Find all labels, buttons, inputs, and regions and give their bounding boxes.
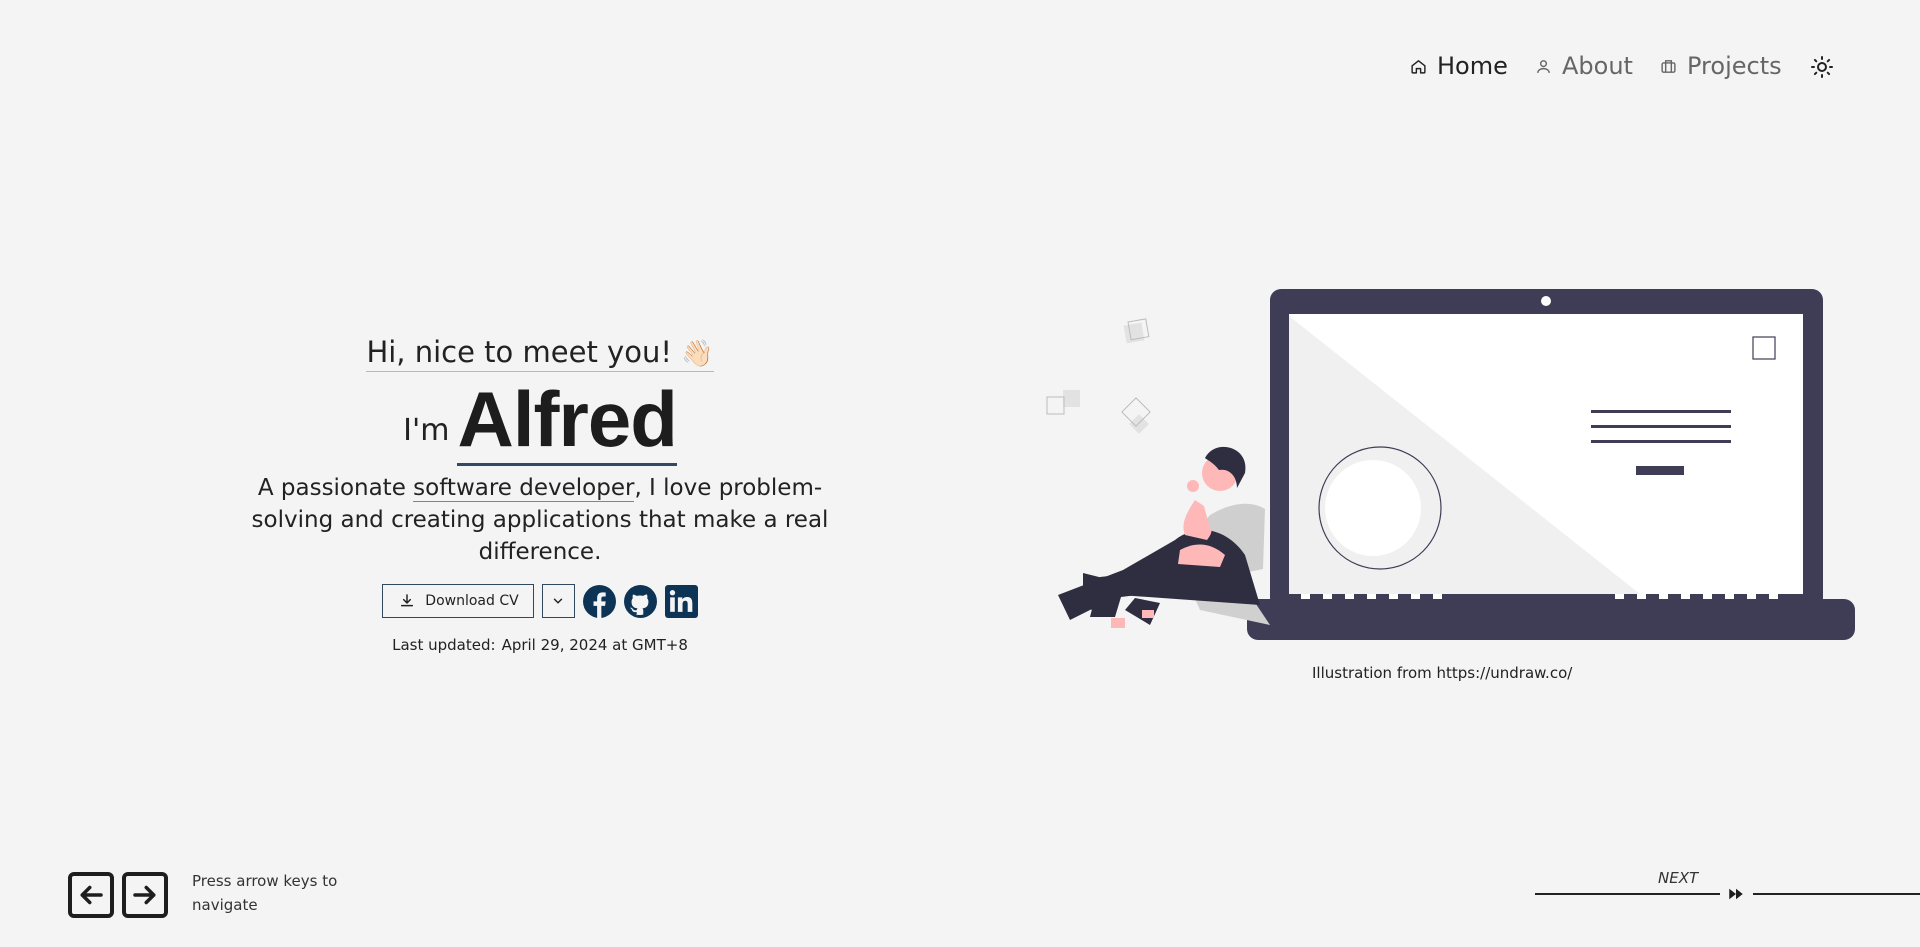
- greeting-text: Hi, nice to meet you!: [366, 335, 672, 369]
- greeting: Hi, nice to meet you! 👋🏻: [366, 335, 714, 372]
- floating-squares-decoration: [1046, 318, 1151, 434]
- facebook-icon[interactable]: [582, 584, 616, 618]
- chevron-down-icon: [553, 598, 563, 604]
- tagline: A passionate software developer, I love …: [230, 472, 850, 568]
- hero-name: Alfred: [457, 375, 678, 466]
- last-updated-value: April 29, 2024 at GMT+8: [501, 636, 688, 654]
- user-icon: [1537, 59, 1550, 73]
- last-updated: Last updated: April 29, 2024 at GMT+8: [230, 636, 850, 654]
- nav-about-label: About: [1562, 52, 1633, 80]
- tagline-highlight: software developer: [413, 475, 635, 502]
- arrow-keys: [68, 872, 168, 918]
- illustration-caption: Illustration from https://undraw.co/: [1312, 664, 1573, 682]
- nav-item-home[interactable]: Home: [1410, 52, 1508, 80]
- briefcase-icon: [1661, 59, 1676, 73]
- next-label: NEXT: [1658, 869, 1699, 887]
- download-dropdown-button[interactable]: [541, 584, 575, 618]
- nav-projects-label: Projects: [1687, 52, 1782, 80]
- nav-home-label: Home: [1437, 52, 1508, 80]
- keys-hint: Press arrow keys to navigate: [192, 872, 338, 914]
- nav-item-projects[interactable]: Projects: [1660, 52, 1782, 80]
- download-icon: [401, 594, 414, 607]
- next-page-link[interactable]: NEXT: [1535, 866, 1920, 906]
- last-updated-label: Last updated:: [392, 636, 496, 654]
- person-figure: [1058, 446, 1270, 628]
- sun-icon[interactable]: [1810, 55, 1834, 79]
- developer-laptop-illustration: [1046, 289, 1855, 640]
- fast-forward-icon: [1729, 888, 1743, 900]
- hero-actions: Download CV: [230, 584, 850, 618]
- laptop: [1247, 289, 1855, 640]
- download-cv-label: Download CV: [425, 593, 519, 609]
- nav-item-about[interactable]: About: [1535, 52, 1633, 80]
- wave-emoji-icon: 👋🏻: [681, 339, 714, 369]
- tagline-before: A passionate: [257, 475, 414, 501]
- arrow-right-key-icon[interactable]: [122, 872, 168, 918]
- arrow-left-key-icon[interactable]: [68, 872, 114, 918]
- name-line: I'm Alfred: [230, 375, 850, 466]
- home-icon: [1411, 59, 1426, 74]
- linkedin-icon[interactable]: [664, 584, 698, 618]
- download-cv-button[interactable]: Download CV: [382, 584, 534, 618]
- hero-section: Hi, nice to meet you! 👋🏻 I'm Alfred A pas…: [230, 335, 850, 654]
- next-divider-right: [1753, 893, 1920, 895]
- im-prefix: I'm: [403, 413, 450, 448]
- github-icon[interactable]: [623, 584, 657, 618]
- top-nav: Home About Projects: [0, 52, 1920, 92]
- next-divider-left: [1535, 893, 1720, 895]
